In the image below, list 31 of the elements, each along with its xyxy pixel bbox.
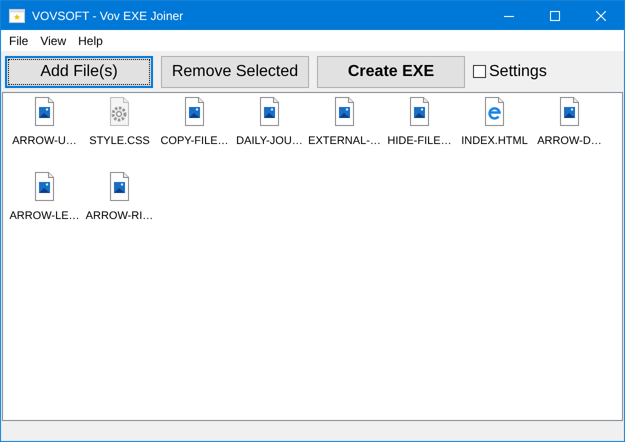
app-icon [9,8,25,22]
toolbar-button[interactable]: Remove Selected [161,56,309,88]
toolbar-button[interactable]: Create EXE [317,56,465,88]
file-icon [560,97,579,126]
list-entry[interactable]: INDEX.HTML [457,95,532,170]
file-icon [485,97,504,126]
menu-item[interactable]: File [3,32,34,50]
list-entry[interactable]: COPY-FILE… [157,95,232,170]
file-icon [260,97,279,126]
list-entry[interactable]: ARROW-U… [7,95,82,170]
list-entry[interactable]: HIDE-FILE… [382,95,457,170]
list-entry[interactable]: DAILY-JOU… [232,95,307,170]
list-entry[interactable]: ARROW-D… [532,95,607,170]
close-icon [596,10,606,20]
maximize-icon [550,10,560,20]
toolbar-button[interactable]: Add File(s) [5,56,153,88]
file-icon [110,172,129,201]
menu-item[interactable]: View [34,32,72,50]
list-entry[interactable]: ARROW-LE… [7,170,82,245]
file-icon [335,97,354,126]
list-entry[interactable]: STYLE.CSS [82,95,157,170]
file-icon [35,172,54,201]
file-icon [185,97,204,126]
list-entry[interactable]: EXTERNAL-… [307,95,382,170]
file-icon [35,97,54,126]
list-entry[interactable]: ARROW-RI… [82,170,157,245]
file-icon [110,97,129,126]
menu-item[interactable]: Help [72,32,109,50]
window-title: VOVSOFT - Vov EXE Joiner [32,8,184,24]
file-icon [410,97,429,126]
settings-checkbox[interactable]: Settings [473,60,547,84]
